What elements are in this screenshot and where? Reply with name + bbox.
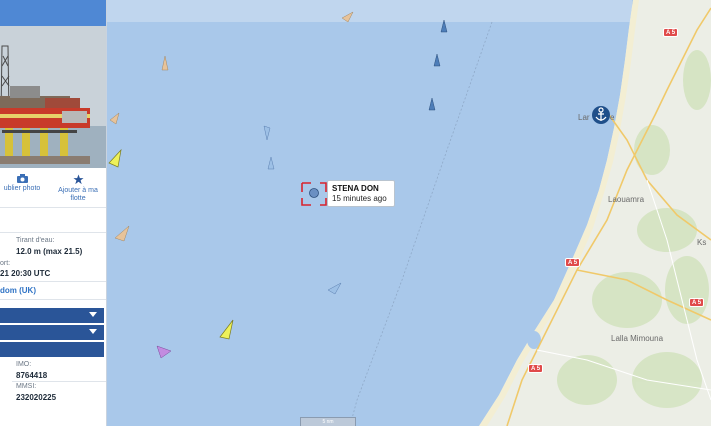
mmsi-label: MMSI:	[16, 383, 37, 390]
town-label-port-suffix: e	[610, 113, 615, 122]
road-shield: A 5	[565, 258, 581, 267]
upload-photo-label: ublier photo	[3, 185, 41, 192]
timestamp-value: 21 20:30 UTC	[0, 269, 51, 278]
town-label-ksar: Ks	[697, 238, 707, 247]
vessel-last-seen: 15 minutes ago	[332, 194, 387, 203]
vessel-name: STENA DON	[332, 184, 379, 193]
panel-header	[0, 0, 106, 26]
port-label: ort:	[0, 260, 11, 267]
chevron-down-icon	[89, 329, 97, 334]
panel-actions: ublier photo Ajouter à ma flotte	[0, 172, 106, 208]
divider	[0, 207, 106, 208]
divider	[0, 232, 106, 233]
add-to-fleet-button[interactable]: Ajouter à ma flotte	[51, 172, 105, 203]
town-label-port: Lar	[578, 113, 590, 122]
collapsible-section-2[interactable]	[0, 325, 104, 340]
vessel-info-panel: ublier photo Ajouter à ma flotte Tirant …	[0, 0, 107, 426]
draught-value: 12.0 m (max 21.5)	[16, 247, 83, 256]
star-icon	[72, 174, 84, 185]
road-shield: A 5	[663, 28, 679, 37]
add-to-fleet-label: Ajouter à ma flotte	[58, 187, 98, 202]
flag-value[interactable]: dom (UK)	[0, 286, 36, 295]
town-label-lalla-mimouna: Lalla Mimouna	[611, 334, 664, 343]
collapsible-section-3[interactable]	[0, 342, 104, 357]
map-layer	[107, 0, 711, 426]
road-shield: A 5	[689, 298, 705, 307]
oil-rig-image	[0, 26, 106, 168]
imo-label: IMO:	[16, 361, 32, 368]
town-label-laouamra: Laouamra	[608, 195, 645, 204]
vessel-tooltip[interactable]: STENA DON 15 minutes ago	[327, 180, 395, 207]
map-scale: 5 nm	[300, 417, 356, 426]
camera-icon	[16, 174, 28, 183]
divider	[0, 299, 106, 300]
upload-photo-button[interactable]: ublier photo	[0, 172, 50, 193]
vessel-photo[interactable]	[0, 26, 106, 168]
chevron-down-icon	[89, 312, 97, 317]
vessel-tracker: { "colors": { "sea": "#a9c8ea", "land": …	[0, 0, 711, 426]
mmsi-value: 232020225	[16, 393, 57, 402]
collapsible-section-1[interactable]	[0, 308, 104, 323]
imo-value: 8764418	[16, 371, 48, 380]
anchor-icon	[592, 106, 610, 124]
map-canvas[interactable]: A 5 A 5 A 5 A 5 Lar e Laouamra Ks Lalla …	[107, 0, 711, 426]
divider	[12, 381, 106, 382]
divider	[0, 281, 106, 282]
road-shield: A 5	[528, 364, 544, 373]
draught-label: Tirant d'eau:	[16, 237, 55, 244]
